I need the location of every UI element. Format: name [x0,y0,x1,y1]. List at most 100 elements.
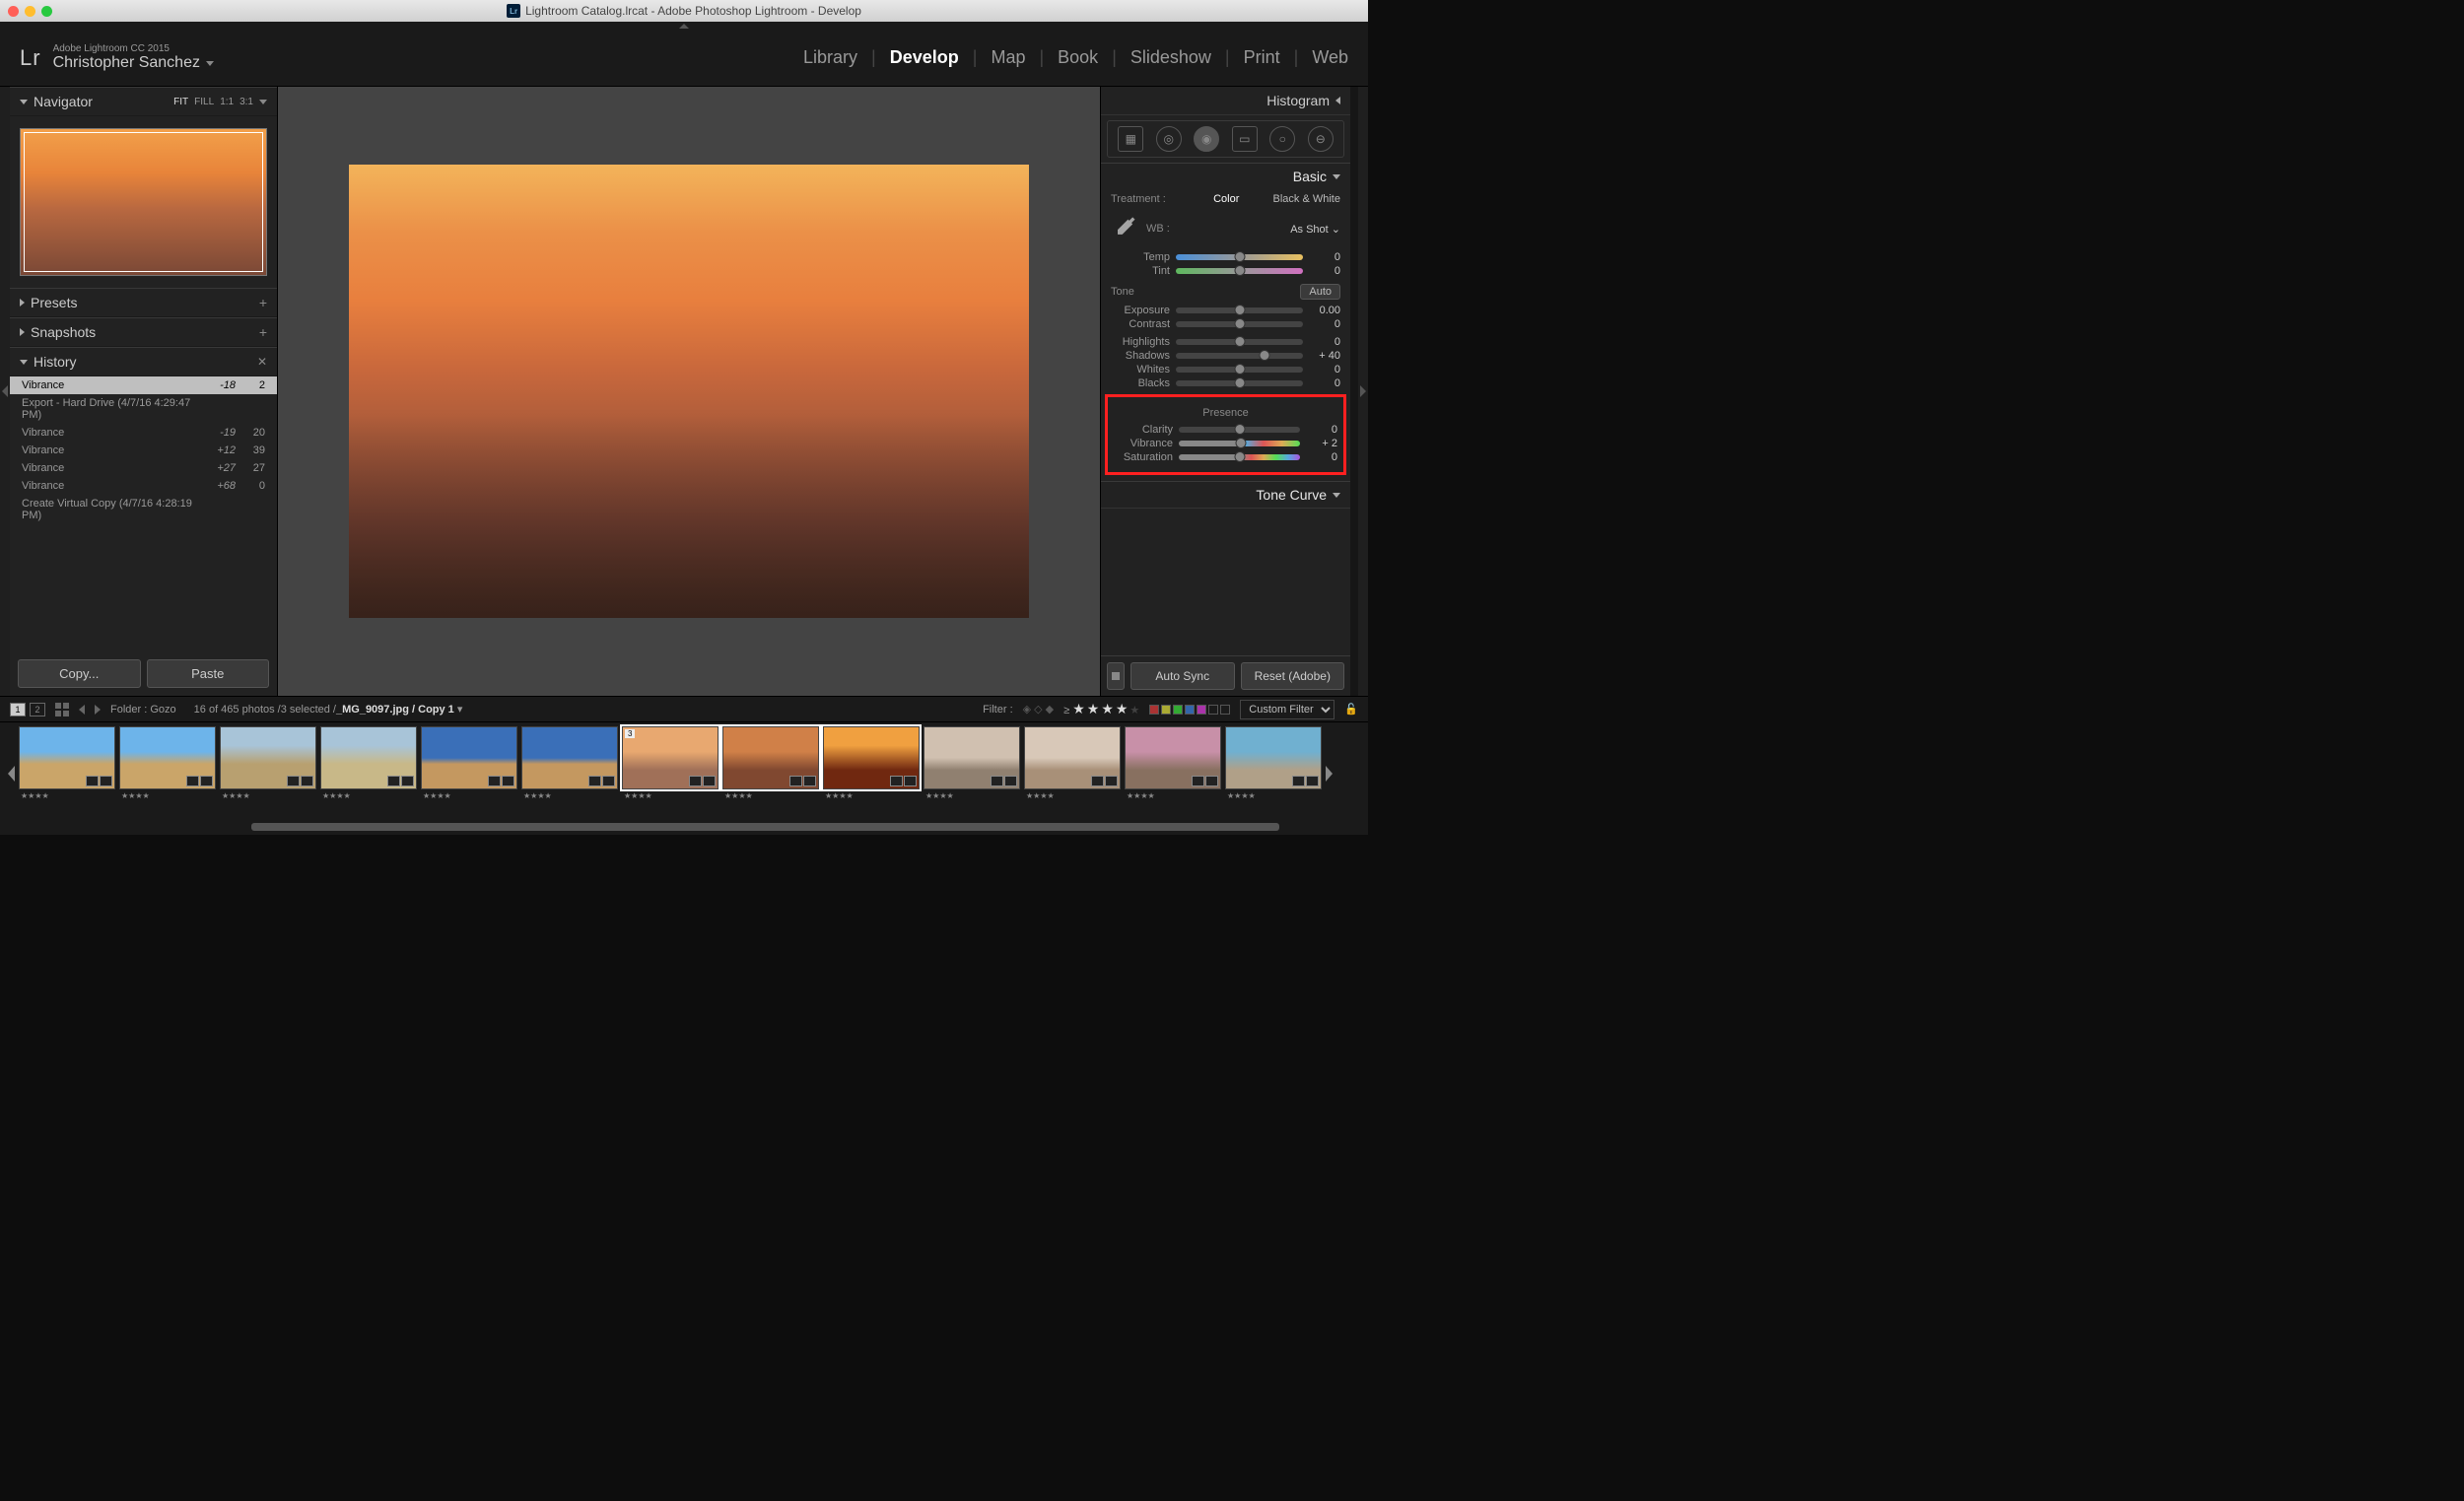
product-name: Adobe Lightroom CC 2015 [53,43,214,54]
history-item[interactable]: Vibrance+680 [10,477,277,495]
chevron-right-icon [20,328,25,336]
folder-path[interactable]: Folder : Gozo [110,704,176,716]
image-canvas[interactable] [278,87,1100,696]
filmstrip-thumb[interactable]: ★★★★ [320,726,417,802]
contrast-slider[interactable]: Contrast0 [1111,317,1340,331]
clear-icon[interactable]: ✕ [257,355,267,369]
right-panel-scrollbar[interactable] [1350,87,1358,696]
graduated-filter-tool[interactable]: ▭ [1232,126,1258,152]
right-panel-toggle[interactable] [1358,87,1368,696]
filmstrip-thumb[interactable]: ★★★★ [1024,726,1121,802]
secondary-toolbar: 1 2 Folder : Gozo 16 of 465 photos /3 se… [0,697,1368,722]
filmstrip-thumb[interactable]: ★★★★ [220,726,316,802]
history-header[interactable]: History ✕ [10,347,277,376]
filmstrip-thumb[interactable]: ★★★★ [722,726,819,802]
filmstrip-thumb[interactable]: ★★★★ [421,726,517,802]
history-item[interactable]: Vibrance-182 [10,376,277,394]
zoom-fill[interactable]: FILL [194,97,214,107]
nav-forward-icon[interactable] [95,705,101,715]
auto-sync-button[interactable]: Auto Sync [1130,662,1235,690]
main-photo [349,165,1029,618]
module-web[interactable]: Web [1312,47,1348,68]
saturation-slider[interactable]: Saturation0 [1114,450,1337,464]
temp-slider[interactable]: Temp0 [1111,250,1340,264]
paste-settings-button[interactable]: Paste [147,659,270,688]
presets-header[interactable]: Presets + [10,288,277,317]
grid-view-icon[interactable] [55,703,69,716]
basic-panel-header[interactable]: Basic [1101,163,1350,189]
adjustment-brush-tool[interactable]: ⊖ [1308,126,1334,152]
plus-icon[interactable]: + [259,324,267,340]
left-panel-toggle[interactable] [0,87,10,696]
filmstrip-thumb[interactable]: ★★★★ [119,726,216,802]
history-item[interactable]: Vibrance+2727 [10,459,277,477]
custom-filter-select[interactable]: Custom Filter [1240,700,1335,719]
chevron-left-icon [1335,97,1340,104]
chevron-right-icon [1360,385,1366,397]
filmstrip-thumb[interactable]: 3★★★★ [622,726,719,802]
wb-preset-select[interactable]: As Shot ⌄ [1290,223,1340,236]
rating-filter[interactable]: ≥ ★★★★★ [1063,701,1139,717]
filmstrip-scroll-right[interactable] [1326,766,1333,782]
module-map[interactable]: Map [991,47,1025,68]
identity-plate[interactable]: Christopher Sanchez [53,54,214,72]
treatment-bw[interactable]: Black & White [1273,193,1340,205]
navigator-preview[interactable] [10,116,277,288]
zoom-3:1[interactable]: 3:1 [240,97,253,107]
presence-group-highlight: Presence Clarity0Vibrance+ 2Saturation0 [1105,394,1346,475]
treatment-color[interactable]: Color [1213,193,1239,205]
plus-icon[interactable]: + [259,295,267,310]
filmstrip-thumb[interactable]: ★★★★ [1225,726,1322,802]
module-picker: Library|Develop|Map|Book|Slideshow|Print… [803,47,1348,68]
module-develop[interactable]: Develop [890,47,959,68]
snapshots-header[interactable]: Snapshots + [10,317,277,347]
highlights-slider[interactable]: Highlights0 [1111,335,1340,349]
copy-settings-button[interactable]: Copy... [18,659,141,688]
zoom-1:1[interactable]: 1:1 [220,97,234,107]
flag-filter[interactable]: ◈ ◇ ◆ [1023,703,1055,716]
navigator-header[interactable]: Navigator FITFILL1:13:1 [10,87,277,116]
filmstrip-thumb[interactable]: ★★★★ [1125,726,1221,802]
filmstrip-thumb[interactable]: ★★★★ [19,726,115,802]
chevron-down-icon [1333,174,1340,179]
filter-lock-icon[interactable]: 🔓 [1344,703,1358,716]
color-label-filter[interactable] [1149,705,1230,715]
tone-curve-header[interactable]: Tone Curve [1101,481,1350,509]
history-item[interactable]: Export - Hard Drive (4/7/16 4:29:47 PM) [10,394,277,424]
history-item[interactable]: Vibrance-1920 [10,424,277,442]
filmstrip-scroll-left[interactable] [8,766,15,782]
left-panel: Navigator FITFILL1:13:1 Presets + Snapsh… [10,87,278,696]
blacks-slider[interactable]: Blacks0 [1111,376,1340,390]
radial-filter-tool[interactable]: ○ [1269,126,1295,152]
history-item[interactable]: Vibrance+1239 [10,442,277,459]
filmstrip[interactable]: ★★★★★★★★★★★★★★★★★★★★★★★★3★★★★★★★★★★★★★★★… [0,722,1368,821]
histogram-header[interactable]: Histogram [1101,87,1350,115]
filmstrip-thumb[interactable]: ★★★★ [924,726,1020,802]
second-window-2[interactable]: 2 [30,703,45,716]
zoom-fit[interactable]: FIT [173,97,188,107]
whites-slider[interactable]: Whites0 [1111,363,1340,376]
module-slideshow[interactable]: Slideshow [1130,47,1211,68]
module-book[interactable]: Book [1058,47,1098,68]
reset-button[interactable]: Reset (Adobe) [1241,662,1345,690]
filmstrip-thumb[interactable]: ★★★★ [823,726,920,802]
crop-tool[interactable]: ▦ [1118,126,1143,152]
spot-removal-tool[interactable]: ◎ [1156,126,1182,152]
exposure-slider[interactable]: Exposure0.00 [1111,304,1340,317]
filmstrip-scrollbar[interactable] [8,821,1360,833]
redeye-tool[interactable]: ◉ [1194,126,1219,152]
module-library[interactable]: Library [803,47,857,68]
clarity-slider[interactable]: Clarity0 [1114,423,1337,437]
nav-back-icon[interactable] [79,705,85,715]
second-window-1[interactable]: 1 [10,703,26,716]
filmstrip-thumb[interactable]: ★★★★ [521,726,618,802]
wb-eyedropper-icon[interactable] [1111,215,1138,242]
history-item[interactable]: Create Virtual Copy (4/7/16 4:28:19 PM) [10,495,277,524]
shadows-slider[interactable]: Shadows+ 40 [1111,349,1340,363]
vibrance-slider[interactable]: Vibrance+ 2 [1114,437,1337,450]
top-panel-toggle[interactable] [0,22,1368,30]
tint-slider[interactable]: Tint0 [1111,264,1340,278]
auto-tone-button[interactable]: Auto [1300,284,1340,300]
sync-switch[interactable] [1107,662,1125,690]
module-print[interactable]: Print [1244,47,1280,68]
